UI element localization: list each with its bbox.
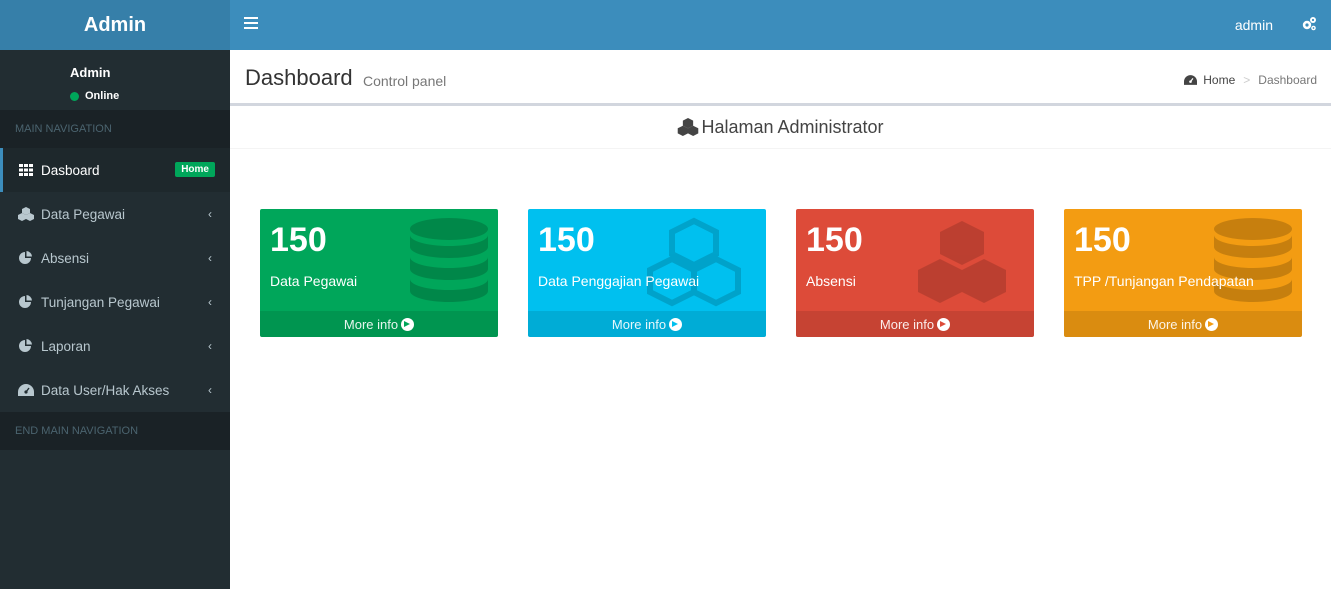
chevron-left-icon: ‹ [208,383,212,397]
more-info-link[interactable]: More info [260,311,498,337]
more-info-link[interactable]: More info [796,311,1034,337]
logo-text: Admin [83,13,147,36]
sidebar-item-dasboard[interactable]: Dasboard Home [0,148,230,192]
stat-label: TPP /Tunjangan Pendapatan [1074,273,1254,289]
stat-number: 150 [806,221,863,259]
breadcrumb: Home > Dashboard [1184,73,1317,87]
stat-tile-data-pegawai: 150 Data Pegawai More info [260,209,498,337]
more-info-label: More info [1147,316,1203,332]
nav-header-main: MAIN NAVIGATION [0,110,230,148]
more-info-label: More info [343,316,399,332]
cubes-icon [678,118,699,136]
user-status: Online [70,90,119,102]
sidebar-item-label: Dasboard [41,162,100,178]
box-title: Halaman Administrator [230,106,1331,149]
arrow-circle-right-icon [669,317,683,331]
grid-icon [18,163,34,177]
sidebar-item-label: Absensi [41,250,90,266]
breadcrumb-separator: > [1243,73,1251,87]
sidebar-item-data-pegawai[interactable]: Data Pegawai ‹ [0,192,230,236]
sidebar-item-label: Tunjangan Pegawai [41,294,160,310]
gears-icon[interactable] [1301,16,1319,34]
chevron-left-icon: ‹ [208,295,212,309]
sidebar: Admin Admin Online MAIN NAVIGATION Dasbo… [0,0,230,589]
pie-chart-icon [18,295,34,309]
logo[interactable]: Admin [0,0,230,50]
stat-label: Absensi [806,273,856,289]
breadcrumb-home-link[interactable]: Home [1203,73,1235,87]
hamburger-icon[interactable] [244,17,258,31]
sidebar-item-label: Data User/Hak Akses [41,382,170,398]
database-icon [410,218,488,302]
more-info-label: More info [611,316,667,332]
dashboard-icon [18,383,34,397]
nav-header-end: END MAIN NAVIGATION [0,412,230,450]
chevron-left-icon: ‹ [208,251,212,265]
dashboard-icon [1184,75,1198,85]
chevron-left-icon: ‹ [208,207,212,221]
stat-tile-data-penggajian: 150 Data Penggajian Pegawai More info [528,209,766,337]
more-info-link[interactable]: More info [528,311,766,337]
box-title-text: Halaman Administrator [701,116,884,137]
content-header: Dashboard Control panel Home > Dashboard [230,50,1331,106]
sidebar-item-absensi[interactable]: Absensi ‹ [0,236,230,280]
stat-number: 150 [538,221,595,259]
online-dot-icon [70,91,79,101]
chevron-left-icon: ‹ [208,339,212,353]
stat-label: Data Pegawai [270,273,358,289]
pie-chart-icon [18,339,34,353]
stat-tile-tpp: 150 TPP /Tunjangan Pendapatan More info [1064,209,1302,337]
arrow-circle-right-icon [937,317,951,331]
sidebar-item-label: Laporan [41,338,91,354]
page-subtitle: Control panel [363,73,447,89]
top-navbar: admin [230,0,1331,50]
stat-label: Data Penggajian Pegawai [538,273,700,289]
stat-tile-absensi: 150 Absensi More info [796,209,1034,337]
content-wrapper: Dashboard Control panel Home > Dashboard… [230,50,1331,589]
more-info-link[interactable]: More info [1064,311,1302,337]
top-user-menu[interactable]: admin [1235,17,1273,33]
cubes-icon [918,221,1006,303]
cubes-icon [647,217,741,307]
user-status-label: Online [85,90,120,102]
arrow-circle-right-icon [1205,317,1219,331]
sidebar-item-laporan[interactable]: Laporan ‹ [0,324,230,368]
page-title: Dashboard [245,65,353,90]
user-panel: Admin Online [0,50,230,110]
stat-number: 150 [270,221,327,259]
breadcrumb-current: Dashboard [1258,73,1317,87]
database-icon [1214,218,1292,302]
arrow-circle-right-icon [401,317,415,331]
home-badge: Home [175,162,215,177]
pie-chart-icon [18,251,34,265]
user-name: Admin [70,65,111,80]
sidebar-item-data-user[interactable]: Data User/Hak Akses ‹ [0,368,230,412]
cubes-icon [18,207,34,221]
stat-number: 150 [1074,221,1131,259]
sidebar-item-tunjangan-pegawai[interactable]: Tunjangan Pegawai ‹ [0,280,230,324]
more-info-label: More info [879,316,935,332]
sidebar-item-label: Data Pegawai [41,206,126,222]
